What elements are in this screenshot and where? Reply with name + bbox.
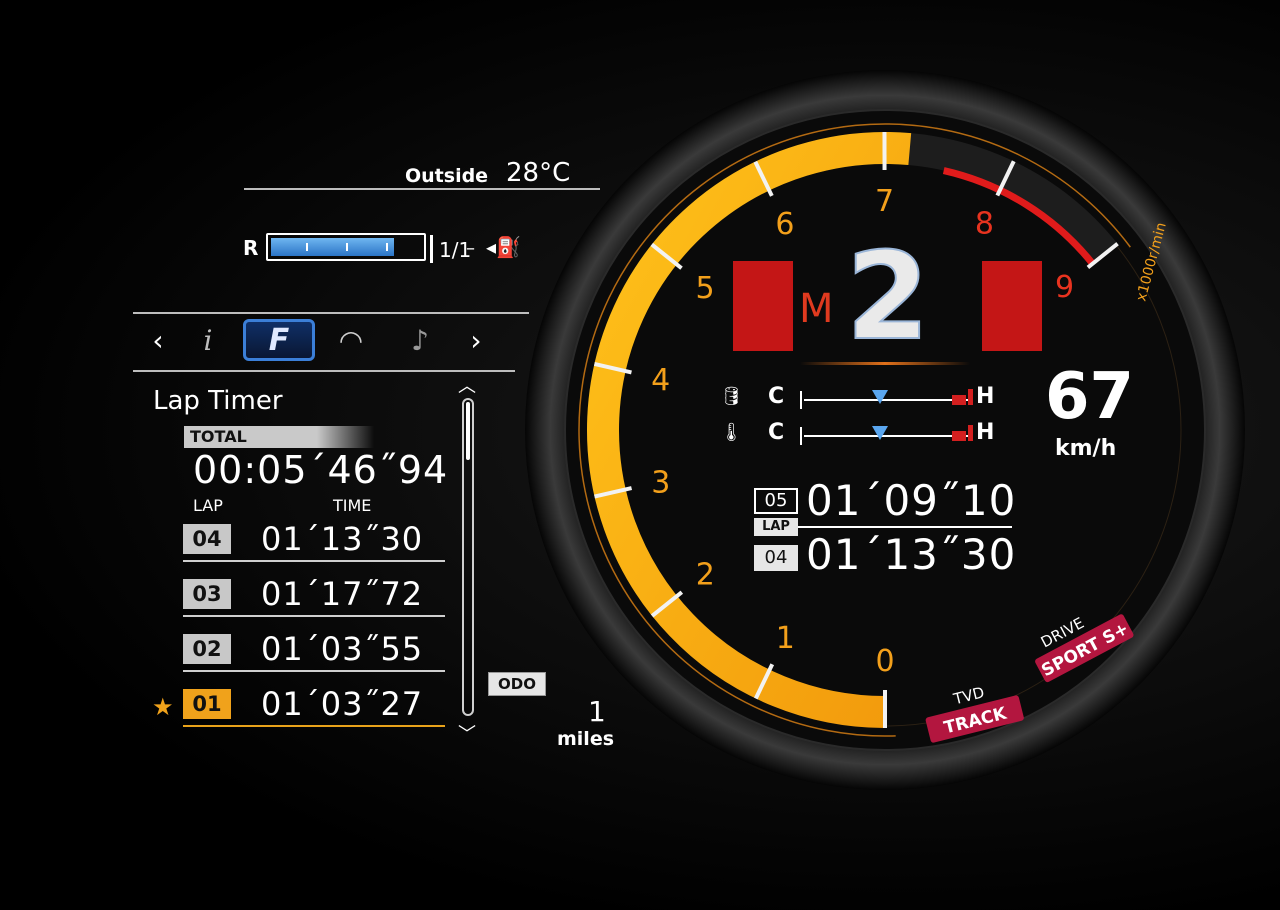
gear-indicator-block-left [733, 261, 793, 351]
tach-tick-label: 5 [695, 271, 714, 306]
temp-pointer [871, 390, 888, 404]
temp-scale [804, 399, 972, 401]
temp-cold-label: C [768, 420, 785, 445]
tach-tick-label: 8 [975, 207, 994, 242]
temp-hot-label: H [976, 384, 995, 409]
current-lap-time: 01´09˝10 [806, 476, 1017, 525]
temp-tick [800, 427, 802, 445]
temp-redzone [952, 395, 966, 405]
speed-value: 67 [1045, 360, 1135, 434]
tach-tick-label: 3 [651, 465, 670, 500]
coolant-temp-gauge: 🌡 C H [720, 420, 1000, 448]
current-lap-number: 05 [754, 488, 798, 514]
tach-tick-label: 0 [875, 644, 894, 679]
tach-tick-label: 1 [776, 621, 795, 656]
temp-redzone [968, 425, 973, 441]
tach-tick-label: 9 [1055, 270, 1074, 305]
temp-pointer [871, 426, 888, 440]
tach-tick-label: 2 [696, 557, 715, 592]
previous-lap-number: 04 [754, 545, 798, 571]
tach-tick-label: 4 [651, 363, 670, 398]
oil-temp-icon: 🛢 [720, 386, 743, 407]
temp-redzone [968, 389, 973, 405]
gear-underline [800, 362, 970, 365]
temp-scale [804, 435, 972, 437]
tach-tick-label: 6 [775, 207, 794, 242]
temp-hot-label: H [976, 420, 995, 445]
oil-temp-gauge: 🛢 C H [720, 384, 1000, 412]
temp-redzone [952, 431, 966, 441]
gear-number: 2 [845, 228, 930, 367]
tach-tick-label: 7 [875, 184, 894, 219]
previous-lap-time: 01´13˝30 [806, 530, 1017, 579]
gear-mode: M [799, 286, 834, 332]
gear-indicator-block-right [982, 261, 1042, 351]
coolant-temp-icon: 🌡 [720, 422, 743, 443]
temp-cold-label: C [768, 384, 785, 409]
speed-unit: km/h [1055, 436, 1117, 461]
temp-tick [800, 391, 802, 409]
lap-tag: LAP [754, 518, 798, 536]
